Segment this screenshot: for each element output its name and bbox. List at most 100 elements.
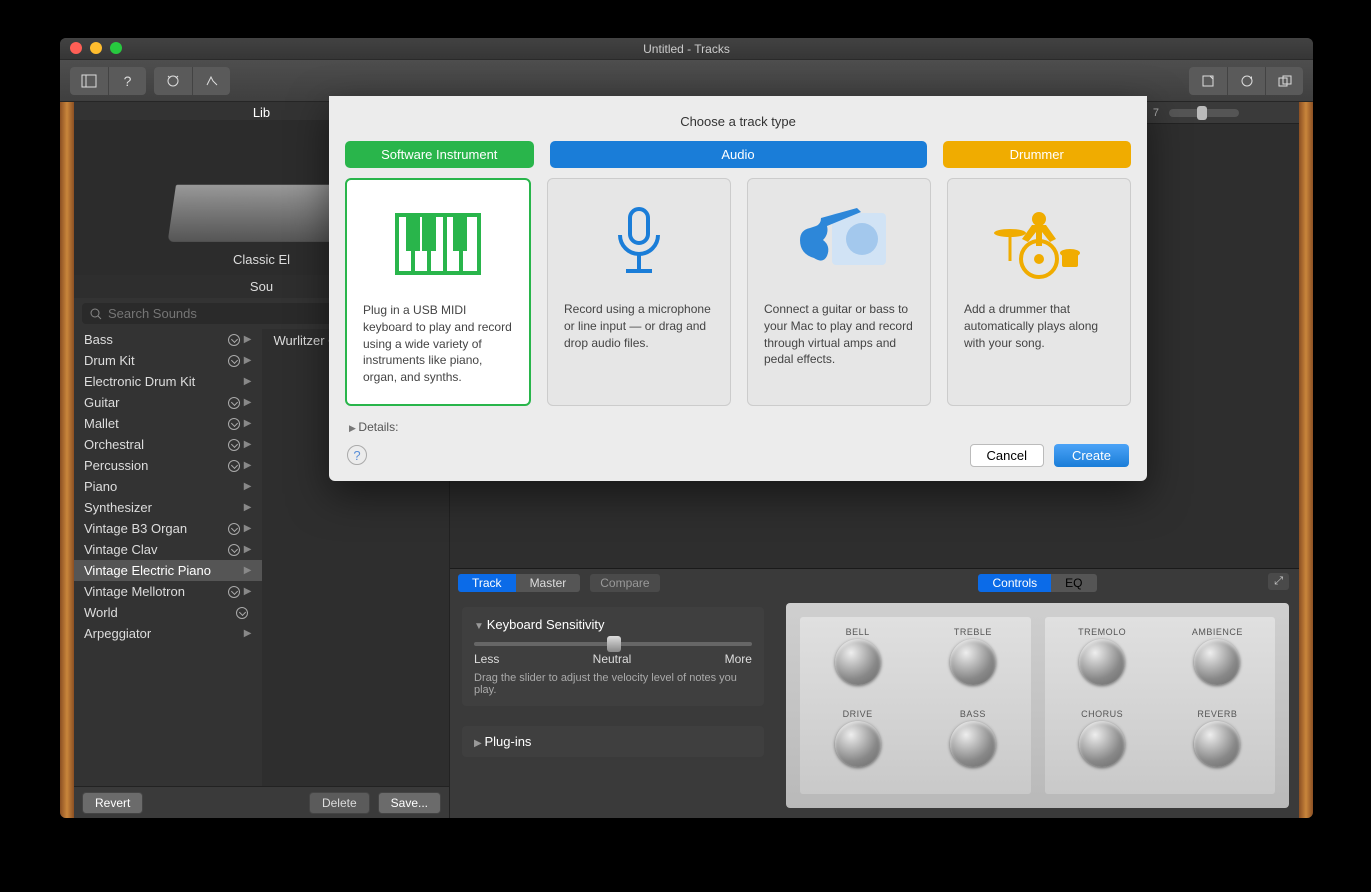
sidebar-item-vintage-b3-organ[interactable]: Vintage B3 Organ▶ bbox=[74, 518, 262, 539]
knob-drive[interactable]: DRIVE bbox=[810, 709, 905, 785]
delete-button[interactable]: Delete bbox=[309, 792, 370, 814]
ks-slider[interactable] bbox=[474, 642, 752, 646]
notepad-button[interactable] bbox=[1189, 67, 1227, 95]
title-bar: Untitled - Tracks bbox=[60, 38, 1313, 60]
chevron-right-icon: ▶ bbox=[244, 355, 252, 366]
controls-eq-segment[interactable]: Controls EQ bbox=[978, 574, 1096, 592]
download-icon bbox=[228, 439, 240, 451]
option-si-desc: Plug in a USB MIDI keyboard to play and … bbox=[363, 302, 513, 386]
library-toggle-button[interactable] bbox=[70, 67, 108, 95]
option-guitar-desc: Connect a guitar or bass to your Mac to … bbox=[764, 301, 914, 368]
chevron-right-icon: ▶ bbox=[244, 523, 252, 534]
option-drummer[interactable]: Add a drummer that automatically plays a… bbox=[947, 178, 1131, 406]
knob-group-right: TREMOLO AMBIENCE CHORUS REVERB bbox=[1045, 617, 1276, 794]
plugins-panel[interactable]: Plug-ins bbox=[462, 726, 764, 757]
sidebar-item-arpeggiator[interactable]: Arpeggiator▶ bbox=[74, 623, 262, 644]
sidebar-item-orchestral[interactable]: Orchestral▶ bbox=[74, 434, 262, 455]
choose-track-type-dialog: Choose a track type Software Instrument … bbox=[329, 96, 1147, 481]
knob-reverb[interactable]: REVERB bbox=[1170, 709, 1265, 785]
loop-browser-button[interactable] bbox=[1227, 67, 1265, 95]
tab-track[interactable]: Track bbox=[458, 574, 516, 592]
download-icon bbox=[228, 544, 240, 556]
knob-ambience[interactable]: AMBIENCE bbox=[1170, 627, 1265, 703]
sidebar-item-mallet[interactable]: Mallet▶ bbox=[74, 413, 262, 434]
revert-button[interactable]: Revert bbox=[82, 792, 143, 814]
sidebar-item-drum-kit[interactable]: Drum Kit▶ bbox=[74, 350, 262, 371]
ks-neutral: Neutral bbox=[593, 652, 632, 666]
download-icon bbox=[228, 523, 240, 535]
expand-panel-button[interactable]: ⤢ bbox=[1268, 573, 1289, 590]
knob-treble[interactable]: TREBLE bbox=[925, 627, 1020, 703]
close-window-button[interactable] bbox=[70, 42, 82, 54]
ks-less: Less bbox=[474, 652, 499, 666]
sidebar-item-percussion[interactable]: Percussion▶ bbox=[74, 455, 262, 476]
download-icon bbox=[228, 355, 240, 367]
header-drummer: Drummer bbox=[943, 141, 1132, 168]
maximize-window-button[interactable] bbox=[110, 42, 122, 54]
instrument-image bbox=[167, 185, 356, 242]
save-button[interactable]: Save... bbox=[378, 792, 441, 814]
amp-panel: BELL TREBLE DRIVE BASS TREMOLO AMBIENCE CHORU… bbox=[786, 603, 1289, 808]
guitar-icon bbox=[764, 193, 914, 293]
compare-button[interactable]: Compare bbox=[590, 574, 659, 592]
tab-controls[interactable]: Controls bbox=[978, 574, 1051, 592]
details-disclosure[interactable]: Details: bbox=[329, 406, 1147, 436]
option-mic-desc: Record using a microphone or line input … bbox=[564, 301, 714, 351]
knob-chorus[interactable]: CHORUS bbox=[1055, 709, 1150, 785]
option-audio-guitar[interactable]: Connect a guitar or bass to your Mac to … bbox=[747, 178, 931, 406]
media-browser-button[interactable] bbox=[1265, 67, 1303, 95]
download-icon bbox=[228, 586, 240, 598]
sidebar-item-bass[interactable]: Bass▶ bbox=[74, 329, 262, 350]
dialog-title: Choose a track type bbox=[329, 96, 1147, 141]
chevron-right-icon: ▶ bbox=[244, 544, 252, 555]
option-audio-mic[interactable]: Record using a microphone or line input … bbox=[547, 178, 731, 406]
knob-group-left: BELL TREBLE DRIVE BASS bbox=[800, 617, 1031, 794]
chevron-right-icon: ▶ bbox=[244, 418, 252, 429]
zoom-slider[interactable] bbox=[1169, 109, 1239, 117]
drummer-icon bbox=[964, 193, 1114, 293]
app-window: Untitled - Tracks ? Lib Classic El Sou bbox=[60, 38, 1313, 818]
left-wood-rail bbox=[60, 102, 74, 818]
sidebar-item-synthesizer[interactable]: Synthesizer▶ bbox=[74, 497, 262, 518]
download-icon bbox=[228, 334, 240, 346]
help-button[interactable]: ? bbox=[347, 445, 367, 465]
microphone-icon bbox=[564, 193, 714, 293]
chevron-right-icon: ▶ bbox=[244, 397, 252, 408]
download-icon bbox=[228, 397, 240, 409]
knob-bass[interactable]: BASS bbox=[925, 709, 1020, 785]
window-title: Untitled - Tracks bbox=[643, 42, 730, 56]
quick-help-button[interactable]: ? bbox=[108, 67, 146, 95]
tab-eq[interactable]: EQ bbox=[1051, 574, 1096, 592]
option-software-instrument[interactable]: Plug in a USB MIDI keyboard to play and … bbox=[345, 178, 531, 406]
ruler-mark: 7 bbox=[1153, 107, 1159, 119]
sidebar-item-world[interactable]: World bbox=[74, 602, 262, 623]
create-button[interactable]: Create bbox=[1054, 444, 1129, 467]
category-list: Bass▶Drum Kit▶Electronic Drum Kit▶Guitar… bbox=[74, 329, 262, 786]
editors-button[interactable] bbox=[192, 67, 230, 95]
knob-bell[interactable]: BELL bbox=[810, 627, 905, 703]
download-icon bbox=[228, 460, 240, 472]
instrument-name: Classic El bbox=[233, 252, 290, 267]
track-master-segment[interactable]: Track Master bbox=[458, 574, 580, 592]
sidebar-item-piano[interactable]: Piano▶ bbox=[74, 476, 262, 497]
sidebar-item-vintage-clav[interactable]: Vintage Clav▶ bbox=[74, 539, 262, 560]
piano-icon bbox=[363, 194, 513, 294]
chevron-right-icon: ▶ bbox=[244, 376, 252, 387]
sidebar-item-electronic-drum-kit[interactable]: Electronic Drum Kit▶ bbox=[74, 371, 262, 392]
ks-more: More bbox=[725, 652, 752, 666]
minimize-window-button[interactable] bbox=[90, 42, 102, 54]
ks-title[interactable]: Keyboard Sensitivity bbox=[474, 617, 752, 632]
knob-tremolo[interactable]: TREMOLO bbox=[1055, 627, 1150, 703]
download-icon bbox=[236, 607, 248, 619]
sidebar-item-vintage-mellotron[interactable]: Vintage Mellotron▶ bbox=[74, 581, 262, 602]
tab-master[interactable]: Master bbox=[516, 574, 581, 592]
chevron-right-icon: ▶ bbox=[244, 502, 252, 513]
chevron-right-icon: ▶ bbox=[244, 481, 252, 492]
sidebar-item-vintage-electric-piano[interactable]: Vintage Electric Piano▶ bbox=[74, 560, 262, 581]
smart-controls-button[interactable] bbox=[154, 67, 192, 95]
plugins-title[interactable]: Plug-ins bbox=[474, 734, 752, 749]
download-icon bbox=[228, 418, 240, 430]
sidebar-item-guitar[interactable]: Guitar▶ bbox=[74, 392, 262, 413]
header-software-instrument: Software Instrument bbox=[345, 141, 534, 168]
cancel-button[interactable]: Cancel bbox=[970, 444, 1044, 467]
